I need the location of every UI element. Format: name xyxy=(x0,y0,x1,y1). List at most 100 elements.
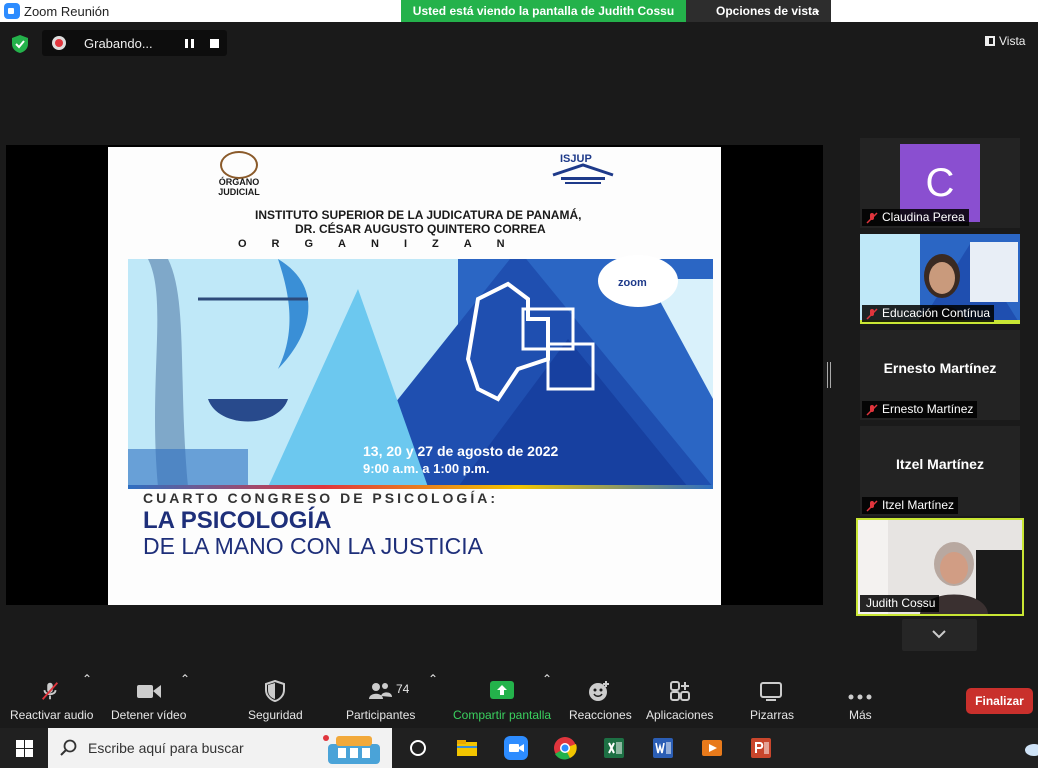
organizan-text: ORGANIZAN xyxy=(238,238,530,250)
view-label: Vista xyxy=(999,34,1026,48)
apps-label: Aplicaciones xyxy=(646,708,714,722)
congress-subtitle: CUARTO CONGRESO DE PSICOLOGÍA: xyxy=(143,490,498,506)
participant-name-bar: Claudina Perea xyxy=(862,209,969,226)
event-hours: 9:00 a.m. a 1:00 p.m. xyxy=(363,461,490,476)
weather-cloud-icon[interactable] xyxy=(1024,736,1038,760)
whiteboards-label: Pizarras xyxy=(750,708,795,722)
windows-taskbar: Escribe aquí para buscar xyxy=(0,728,1038,768)
view-options-label: Opciones de vista xyxy=(716,4,819,18)
apps-icon xyxy=(670,681,690,701)
muted-mic-icon xyxy=(866,308,878,320)
muted-mic-icon xyxy=(866,500,878,512)
share-label: Compartir pantalla xyxy=(453,708,552,722)
org-line1: ÓRGANO xyxy=(218,177,260,187)
participant-name-bar: Ernesto Martínez xyxy=(862,401,978,418)
word-icon[interactable] xyxy=(651,736,675,760)
participant-name-bar: Educación Contínua xyxy=(862,305,995,322)
shared-slide: ÓRGANO JUDICIAL ISJUP INSTITUTO SUPERIOR… xyxy=(108,147,721,605)
more-button[interactable]: Más xyxy=(840,672,880,728)
institute-line1: INSTITUTO SUPERIOR DE LA JUDICATURA DE P… xyxy=(255,208,582,222)
security-shield-icon[interactable] xyxy=(10,34,30,54)
task-view-icon[interactable] xyxy=(406,736,430,760)
share-screen-icon xyxy=(490,681,514,699)
video-options-chevron-icon[interactable]: ⌃ xyxy=(180,672,190,728)
participant-name: Ernesto Martínez xyxy=(882,402,974,416)
muted-mic-icon xyxy=(866,212,878,224)
institute-line2: DR. CÉSAR AUGUSTO QUINTERO CORREA xyxy=(295,222,546,236)
share-screen-button[interactable]: Compartir pantalla xyxy=(450,672,554,728)
whiteboard-icon xyxy=(760,682,782,701)
participant-tile[interactable]: Educación Contínua xyxy=(860,234,1020,324)
zoom-logo-text: zoom xyxy=(618,277,647,289)
apps-button[interactable]: Aplicaciones xyxy=(643,672,717,728)
grid-view-icon xyxy=(985,36,995,46)
security-label: Seguridad xyxy=(248,708,303,722)
stop-recording-icon[interactable] xyxy=(210,39,219,48)
stop-video-button[interactable]: Detener vídeo xyxy=(108,672,188,728)
participant-name: Educación Contínua xyxy=(882,306,991,320)
audio-options-chevron-icon[interactable]: ⌃ xyxy=(82,672,92,728)
smiley-plus-icon xyxy=(589,681,609,701)
participant-tile[interactable]: Itzel Martínez Itzel Martínez xyxy=(860,426,1020,516)
recording-label: Grabando... xyxy=(84,36,153,51)
windows-start-icon[interactable] xyxy=(16,740,33,757)
judicial-emblem-logo xyxy=(220,151,258,179)
meeting-toolbar: Reactivar audio ⌃ Detener vídeo ⌃ Seguri… xyxy=(0,672,1038,728)
participant-name: Claudina Perea xyxy=(882,210,965,224)
participant-name-bar: Judith Cossu xyxy=(860,595,940,612)
participant-name: Judith Cossu xyxy=(866,596,936,610)
audio-label: Reactivar audio xyxy=(10,708,94,722)
search-icon xyxy=(60,739,77,756)
participant-name-bar: Itzel Martínez xyxy=(862,497,959,514)
muted-mic-icon xyxy=(41,682,59,700)
view-button[interactable]: Vista xyxy=(985,34,1025,48)
active-speaker-tile[interactable]: Judith Cossu xyxy=(856,518,1024,616)
whiteboards-button[interactable]: Pizarras xyxy=(745,672,797,728)
participants-options-chevron-icon[interactable]: ⌃ xyxy=(428,672,438,728)
reactions-button[interactable]: Reacciones xyxy=(566,672,632,728)
participants-button[interactable]: Participantes xyxy=(343,672,418,728)
recording-bar: Grabando... xyxy=(42,30,227,56)
color-strip xyxy=(128,485,713,489)
taskbar-search-box[interactable]: Escribe aquí para buscar xyxy=(48,728,392,768)
participants-count: 74 xyxy=(396,682,410,696)
participants-label: Participantes xyxy=(346,708,416,722)
muted-mic-icon xyxy=(866,404,878,416)
media-player-icon[interactable] xyxy=(700,736,724,760)
powerpoint-icon[interactable] xyxy=(749,736,773,760)
file-explorer-icon[interactable] xyxy=(455,736,479,760)
panel-resize-handle[interactable] xyxy=(827,362,831,388)
chevron-down-icon: ⌄ xyxy=(812,5,821,16)
more-dots-icon xyxy=(848,694,872,700)
chevron-down-icon xyxy=(932,630,946,639)
pause-recording-icon[interactable] xyxy=(185,39,194,48)
reactions-label: Reacciones xyxy=(569,708,632,722)
event-title-line2: DE LA MANO CON LA JUSTICIA xyxy=(143,533,483,559)
org-line2: JUDICIAL xyxy=(218,187,260,197)
participant-display-name: Itzel Martínez xyxy=(896,456,984,472)
chrome-icon[interactable] xyxy=(553,736,577,760)
end-meeting-button[interactable]: Finalizar xyxy=(966,688,1033,714)
video-camera-icon xyxy=(137,685,161,698)
participant-name: Itzel Martínez xyxy=(882,498,955,512)
participant-tile[interactable]: Ernesto Martínez Ernesto Martínez xyxy=(860,330,1020,420)
search-placeholder: Escribe aquí para buscar xyxy=(88,740,244,756)
participant-display-name: Ernesto Martínez xyxy=(883,360,997,376)
org-judicial-logo: ÓRGANO JUDICIAL xyxy=(211,177,267,197)
zoom-taskbar-icon[interactable] xyxy=(504,736,528,760)
share-options-chevron-icon[interactable]: ⌃ xyxy=(542,672,552,728)
participant-tile[interactable]: C Claudina Perea xyxy=(860,138,1020,228)
window-title: Zoom Reunión xyxy=(24,4,110,19)
event-dates: 13, 20 y 27 de agosto de 2022 xyxy=(363,443,559,459)
security-button[interactable]: Seguridad xyxy=(245,672,305,728)
gallery-next-page-button[interactable] xyxy=(902,619,977,651)
participants-icon xyxy=(369,683,392,699)
view-options-button[interactable]: Opciones de vista ⌄ xyxy=(686,0,831,22)
zoom-app-icon xyxy=(4,3,20,19)
excel-icon[interactable] xyxy=(602,736,626,760)
record-dot-icon xyxy=(52,36,66,50)
security-shield-icon xyxy=(265,680,285,702)
more-label: Más xyxy=(849,708,872,722)
share-banner: Usted está viendo la pantalla de Judith … xyxy=(401,0,686,22)
search-highlight-illustration-icon xyxy=(323,735,380,764)
